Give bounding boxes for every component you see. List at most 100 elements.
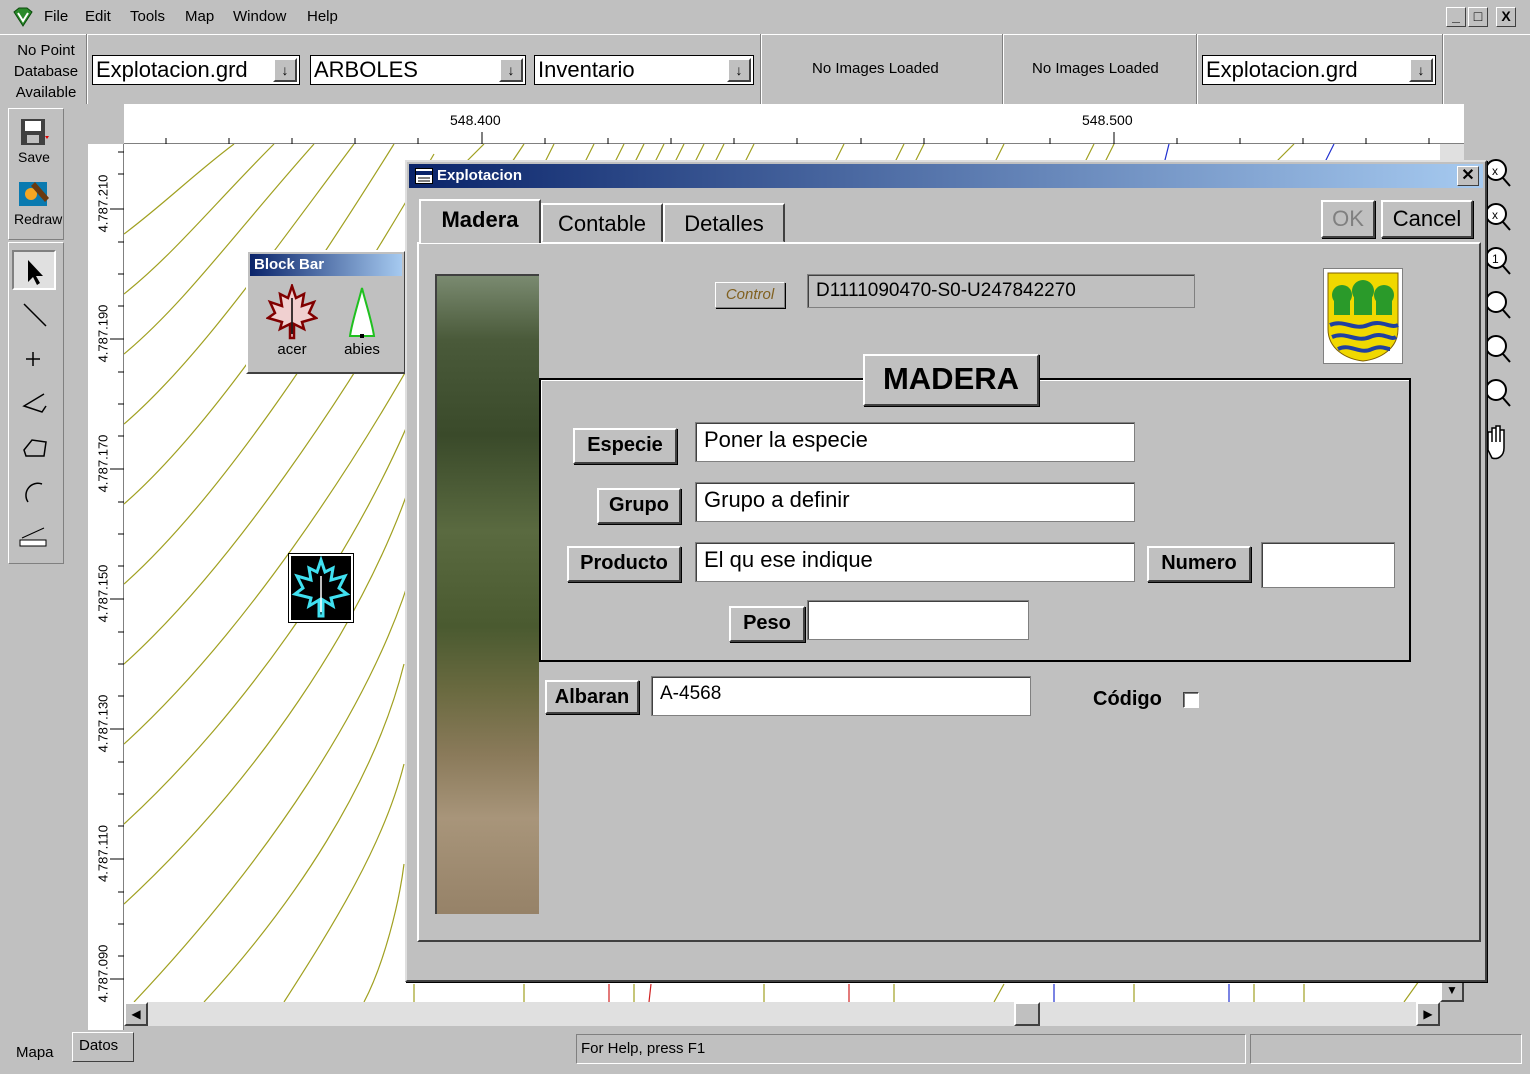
grupo-button[interactable]: Grupo <box>597 488 681 524</box>
line-icon <box>23 303 47 327</box>
dropdown-arrow-icon[interactable]: ↓ <box>499 58 523 82</box>
layer-combo[interactable]: ARBOLES ↓ <box>310 55 526 85</box>
fir-tree-icon <box>348 287 376 338</box>
select-tool[interactable] <box>12 250 56 290</box>
section-title: MADERA <box>863 354 1039 406</box>
dropdown-arrow-icon[interactable]: ↓ <box>273 58 297 82</box>
arrow-cursor-icon <box>28 260 43 285</box>
coat-of-arms-image <box>1323 268 1403 364</box>
especie-button[interactable]: Especie <box>573 428 677 464</box>
tab-contable[interactable]: Contable <box>541 203 663 243</box>
ruler-y-label: 4.787.130 <box>95 694 111 753</box>
albaran-field[interactable]: A-4568 <box>651 676 1031 716</box>
menu-tools[interactable]: Tools <box>130 8 165 25</box>
mdi-minimize-button[interactable]: _ <box>1446 7 1466 27</box>
block-acer[interactable]: acer <box>262 282 322 358</box>
scroll-right-arrow-icon[interactable]: ▶ <box>1416 1002 1440 1026</box>
polygon-icon <box>23 439 47 457</box>
codigo-checkbox[interactable] <box>1183 692 1199 708</box>
save-label: Save <box>18 149 50 165</box>
producto-field[interactable]: El qu ese indique <box>695 542 1135 582</box>
tab-madera[interactable]: Madera <box>419 199 541 243</box>
numero-field[interactable] <box>1261 542 1395 588</box>
polygon-tool[interactable] <box>14 430 54 466</box>
status-pane <box>1250 1034 1522 1064</box>
table-combo[interactable]: Inventario ↓ <box>534 55 754 85</box>
grid-combo[interactable]: Explotacion.grd ↓ <box>92 55 300 85</box>
tab-datos[interactable]: Datos <box>72 1032 134 1062</box>
redraw-button[interactable]: Redraw <box>14 178 63 227</box>
block-bar-title: Block Bar <box>250 254 402 276</box>
menu-edit[interactable]: Edit <box>85 8 111 25</box>
scroll-left-arrow-icon[interactable]: ◀ <box>124 1002 148 1026</box>
tab-mapa[interactable]: Mapa <box>8 1032 70 1064</box>
tab-detalles[interactable]: Detalles <box>663 203 785 243</box>
zoom-prev-icon[interactable] <box>1485 335 1511 363</box>
menu-map[interactable]: Map <box>185 8 214 25</box>
dialog-title-bar: Explotacion ✕ <box>409 164 1483 188</box>
mdi-close-button[interactable]: X <box>1496 7 1516 27</box>
menu-file[interactable]: File <box>44 8 68 25</box>
codigo-label: Código <box>1093 688 1162 710</box>
polyline-tool[interactable] <box>14 386 54 422</box>
zoom-extent-icon[interactable] <box>1485 379 1511 407</box>
block-abies[interactable]: abies <box>332 284 392 358</box>
paint-brush-icon <box>19 182 49 206</box>
grid-combo-2[interactable]: Explotacion.grd ↓ <box>1202 55 1436 85</box>
layer-combo-value: ARBOLES <box>314 57 418 82</box>
block-bar: Block Bar acer abies <box>246 250 406 374</box>
redraw-label: Redraw <box>14 211 63 227</box>
form-icon <box>415 168 433 184</box>
polyline-icon <box>22 393 47 413</box>
pan-hand-icon[interactable] <box>1487 425 1505 460</box>
horizontal-ruler: 548.400 548.500 <box>124 104 1464 144</box>
horizontal-scrollbar[interactable]: ◀ ▶ <box>124 1002 1440 1026</box>
ok-button[interactable]: OK <box>1321 200 1375 238</box>
images-status-1: No Images Loaded <box>812 60 939 77</box>
ruler-y-label: 4.787.190 <box>95 304 111 363</box>
plus-icon <box>26 352 40 366</box>
especie-field[interactable]: Poner la especie <box>695 422 1135 462</box>
measure-tool[interactable] <box>14 518 54 554</box>
arc-icon <box>25 482 43 503</box>
mdi-restore-button[interactable]: □ <box>1468 7 1488 27</box>
arc-tool[interactable] <box>14 474 54 510</box>
zoom-in-icon[interactable] <box>1485 159 1511 187</box>
menu-bar: File Edit Tools Map Window Help _ □ X <box>0 0 1530 34</box>
status-bar: Mapa Datos For Help, press F1 <box>0 1030 1530 1066</box>
madera-panel: Control D1111090470-S0-U247842270 MADERA… <box>417 242 1481 942</box>
table-combo-value: Inventario <box>538 57 635 82</box>
dropdown-arrow-icon[interactable]: ↓ <box>727 58 751 82</box>
svg-text:x: x <box>1492 164 1498 178</box>
maple-leaf-icon <box>291 555 351 618</box>
peso-field[interactable] <box>807 600 1029 640</box>
menu-window[interactable]: Window <box>233 8 286 25</box>
zoom-window-icon[interactable] <box>1485 291 1511 319</box>
dropdown-arrow-icon[interactable]: ↓ <box>1409 58 1433 82</box>
point-tool[interactable] <box>14 340 54 376</box>
grid-combo-2-value: Explotacion.grd <box>1206 57 1358 82</box>
images-status-2: No Images Loaded <box>1032 60 1159 77</box>
grupo-field[interactable]: Grupo a definir <box>695 482 1135 522</box>
horizontal-scroll-thumb[interactable] <box>1014 1002 1040 1026</box>
cancel-button[interactable]: Cancel <box>1381 200 1473 238</box>
ruler-ticks <box>165 132 1430 144</box>
menu-help[interactable]: Help <box>307 8 338 25</box>
producto-button[interactable]: Producto <box>567 546 681 582</box>
svg-text:1: 1 <box>1492 252 1499 266</box>
dialog-close-button[interactable]: ✕ <box>1457 166 1479 186</box>
peso-button[interactable]: Peso <box>729 606 805 642</box>
line-tool[interactable] <box>14 298 54 334</box>
numero-button[interactable]: Numero <box>1147 546 1251 582</box>
block-acer-label: acer <box>277 341 307 358</box>
map-tree-symbol[interactable] <box>288 553 354 623</box>
control-button[interactable]: Control <box>715 282 785 308</box>
albaran-button[interactable]: Albaran <box>545 680 639 714</box>
save-button[interactable]: Save <box>14 118 54 165</box>
ruler-y-label: 4.787.150 <box>95 564 111 623</box>
zoom-out-icon[interactable] <box>1485 203 1511 231</box>
floppy-icon <box>21 119 49 145</box>
ruler-ticks <box>110 151 124 980</box>
svg-text:x: x <box>1492 208 1498 222</box>
grid-combo-value: Explotacion.grd <box>96 57 248 82</box>
